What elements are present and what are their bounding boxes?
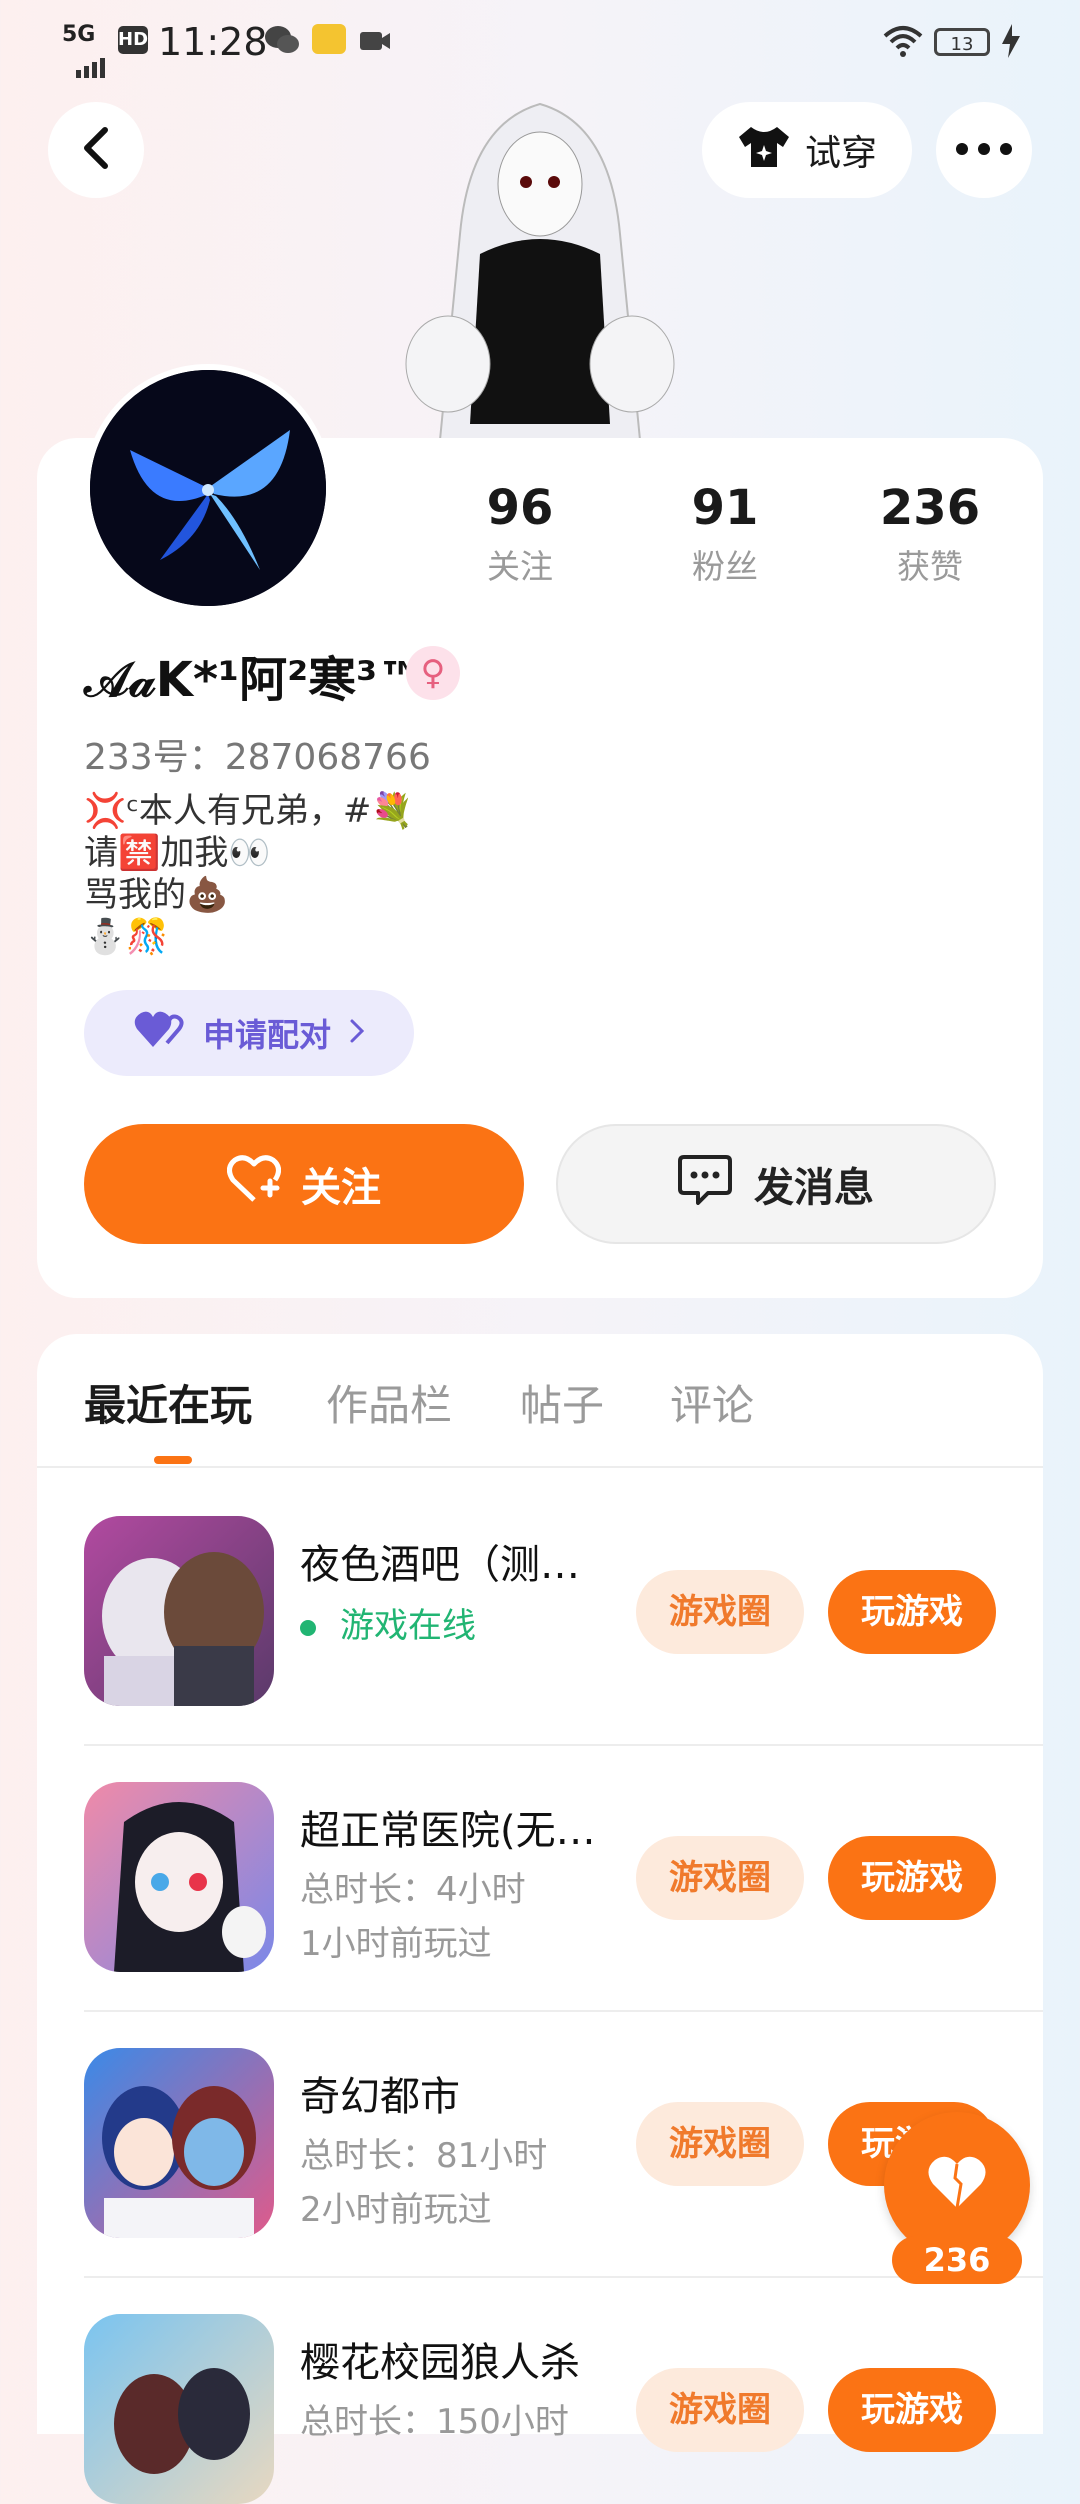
- online-status: 游戏在线: [300, 1598, 476, 1647]
- stat-likes[interactable]: 236 获赞: [830, 480, 1030, 588]
- game-title: 夜色酒吧（测…: [300, 1542, 580, 1588]
- stat-followers[interactable]: 91 粉丝: [625, 480, 825, 588]
- game-icon[interactable]: [84, 1782, 274, 1972]
- game-icon[interactable]: [84, 1516, 274, 1706]
- stat-likes-value: 236: [879, 480, 981, 536]
- profile-name: 𝒜𝒶K*¹阿²寒³™: [84, 652, 426, 708]
- network-indicator: 5G: [62, 22, 96, 47]
- follow-label: 关注: [301, 1165, 381, 1211]
- active-tab-indicator: [154, 1456, 192, 1464]
- game-icon[interactable]: [84, 2048, 274, 2238]
- stat-likes-label: 获赞: [897, 547, 963, 586]
- bio-line: 骂我的💩: [84, 875, 229, 915]
- chevron-left-icon: [81, 126, 111, 174]
- send-message-button[interactable]: 发消息: [556, 1124, 996, 1244]
- row-divider: [84, 2010, 1043, 2012]
- bio-line: 💢ᶜ本人有兄弟，#💐: [84, 791, 414, 831]
- online-status-label: 游戏在线: [340, 1606, 476, 1646]
- game-circle-button[interactable]: 游戏圈: [636, 1570, 804, 1654]
- tab-divider: [37, 1466, 1043, 1468]
- hd-badge: HD: [118, 26, 148, 54]
- charging-icon: [1000, 24, 1022, 67]
- try-on-button[interactable]: 试穿: [702, 102, 912, 198]
- pair-label: 申请配对: [202, 1016, 331, 1054]
- chat-bubble-icon: [678, 1153, 732, 1215]
- chevron-right-icon: [349, 1014, 365, 1052]
- row-divider: [84, 1744, 1043, 1746]
- signal-icon: [62, 46, 112, 87]
- heart-pair-icon: [133, 1009, 185, 1057]
- game-duration: 总时长：4小时: [300, 1870, 526, 1910]
- tab-recently-played[interactable]: 最近在玩: [84, 1372, 252, 1433]
- list-item[interactable]: 超正常医院(无… 总时长：4小时 1小时前玩过 游戏圈 玩游戏: [84, 1782, 1078, 1972]
- game-title: 樱花校园狼人杀: [300, 2340, 580, 2386]
- try-on-label: 试穿: [804, 133, 877, 174]
- heart-icon: [925, 2154, 989, 2216]
- game-duration: 总时长：150小时: [300, 2402, 569, 2442]
- stat-following[interactable]: 96 关注: [420, 480, 620, 588]
- game-circle-button[interactable]: 游戏圈: [636, 2368, 804, 2452]
- bio-line: ⛄🎊: [84, 917, 169, 957]
- tshirt-icon: [737, 123, 791, 178]
- game-circle-button[interactable]: 游戏圈: [636, 2102, 804, 2186]
- list-item[interactable]: 夜色酒吧（测… 游戏在线 游戏圈 玩游戏: [84, 1516, 1078, 1706]
- status-bar: 5G HD 11:28 13: [0, 0, 1080, 84]
- battery-indicator: 13: [934, 28, 990, 56]
- list-item[interactable]: 樱花校园狼人杀 总时长：150小时 游戏圈 玩游戏: [84, 2314, 1078, 2504]
- message-label: 发消息: [754, 1165, 874, 1211]
- video-app-icon: [358, 24, 392, 54]
- apply-pair-button[interactable]: 申请配对: [84, 990, 414, 1076]
- play-game-button[interactable]: 玩游戏: [828, 1570, 996, 1654]
- tab-comments[interactable]: 评论: [670, 1372, 754, 1433]
- game-title: 超正常医院(无…: [300, 1808, 596, 1854]
- heart-plus-icon: [227, 1154, 281, 1214]
- clock: 11:28: [158, 20, 268, 64]
- play-game-button[interactable]: 玩游戏: [828, 1836, 996, 1920]
- play-game-button[interactable]: 玩游戏: [828, 2368, 996, 2452]
- female-gender-icon: ♀: [406, 646, 460, 700]
- game-last-played: 2小时前玩过: [300, 2190, 492, 2230]
- avatar[interactable]: [84, 364, 332, 612]
- news-app-icon: [312, 24, 346, 54]
- game-title: 奇幻都市: [300, 2074, 460, 2120]
- follow-button[interactable]: 关注: [84, 1124, 524, 1244]
- stat-followers-label: 粉丝: [692, 547, 758, 586]
- game-circle-button[interactable]: 游戏圈: [636, 1836, 804, 1920]
- more-dots-icon: [955, 141, 1013, 160]
- back-button[interactable]: [48, 102, 144, 198]
- more-button[interactable]: [936, 102, 1032, 198]
- bio-line: 请🈲加我👀: [84, 833, 271, 873]
- chat-app-icon: [264, 24, 299, 54]
- like-count-badge: 236: [892, 2236, 1022, 2284]
- game-icon[interactable]: [84, 2314, 274, 2504]
- tab-works[interactable]: 作品栏: [326, 1372, 452, 1433]
- game-duration: 总时长：81小时: [300, 2136, 548, 2176]
- online-dot-icon: [300, 1619, 316, 1636]
- stat-following-value: 96: [486, 480, 554, 536]
- wifi-icon: [882, 24, 924, 67]
- tab-posts[interactable]: 帖子: [520, 1372, 604, 1433]
- character-avatar-figure: [400, 84, 680, 441]
- profile-bio: 💢ᶜ本人有兄弟，#💐 请🈲加我👀 骂我的💩 ⛄🎊: [84, 790, 414, 958]
- game-last-played: 1小时前玩过: [300, 1924, 492, 1964]
- stat-followers-value: 91: [691, 480, 759, 536]
- stat-following-label: 关注: [487, 547, 553, 586]
- user-id: 233号：287068766: [84, 737, 431, 778]
